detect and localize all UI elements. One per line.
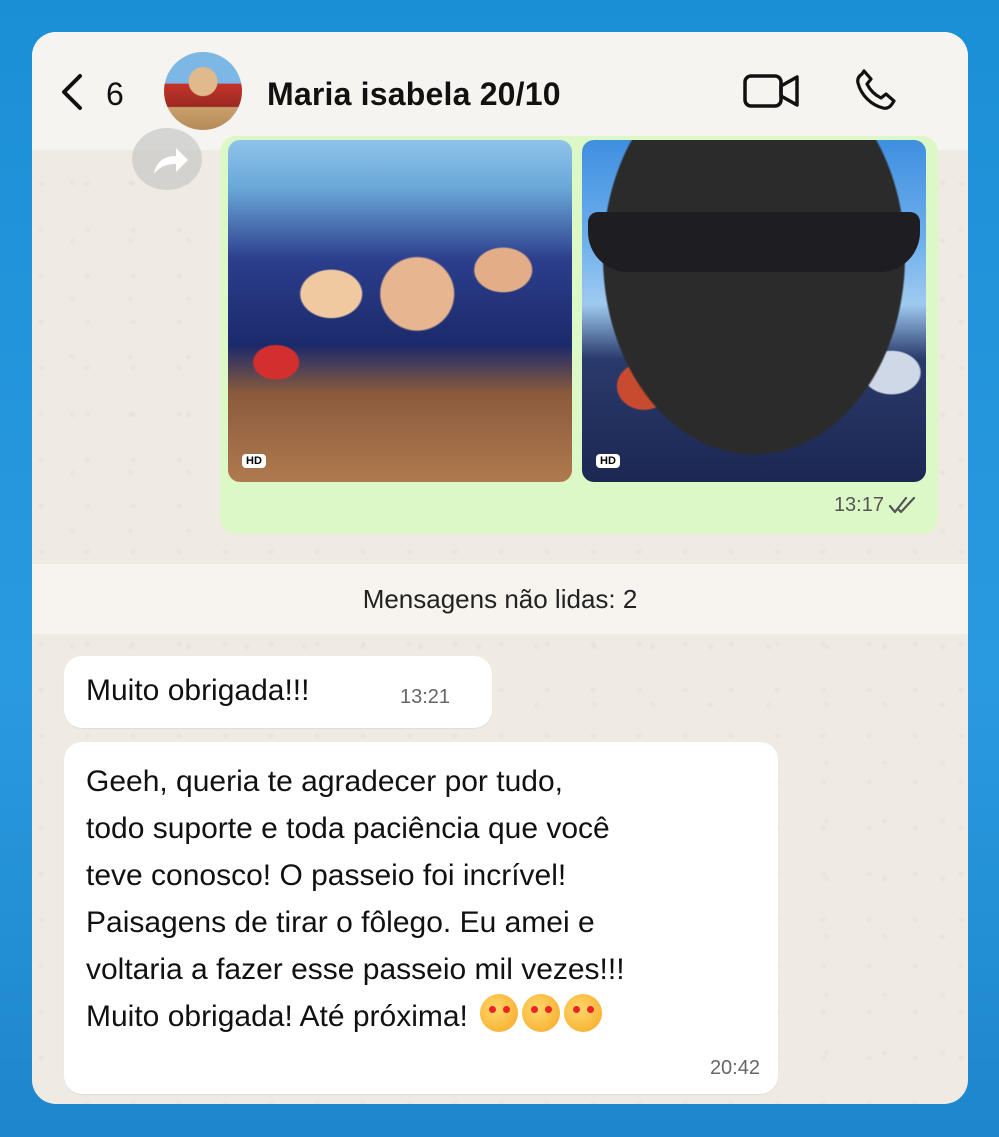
- unread-messages-label: Mensagens não lidas: 2: [362, 584, 638, 614]
- message-line: todo suporte e toda paciência que você: [86, 812, 610, 845]
- message-line: Paisagens de tirar o fôlego. Eu amei e: [86, 906, 595, 939]
- message-line: teve conosco! O passeio foi incrível!: [86, 859, 567, 892]
- contact-avatar[interactable]: [164, 52, 242, 130]
- message-line: Geeh, queria te agradecer por tudo,: [86, 765, 563, 798]
- incoming-message[interactable]: Geeh, queria te agradecer por tudo, todo…: [64, 742, 778, 1094]
- chat-window: 6 Maria isabela 20/10 HD HD 13:17 Mensag…: [32, 32, 968, 1104]
- double-check-icon: [888, 496, 916, 514]
- forward-arrow-icon: [154, 148, 188, 174]
- smiling-face-with-hearts-icon: [522, 994, 561, 1032]
- message-text: Muito obrigada!!!: [86, 674, 310, 707]
- hd-badge: HD: [242, 454, 266, 468]
- forward-button[interactable]: [132, 128, 202, 190]
- message-timestamp: 13:21: [400, 686, 451, 708]
- message-timestamp: 20:42: [709, 1057, 760, 1079]
- back-button[interactable]: [56, 72, 90, 112]
- incoming-message[interactable]: Muito obrigada!!! 13:21: [64, 656, 492, 728]
- face-blowing-kiss-icon: [480, 994, 519, 1032]
- message-line: Muito obrigada! Até próxima!: [86, 993, 766, 1040]
- message-line-text: Muito obrigada! Até próxima!: [86, 1000, 468, 1033]
- heart-eyes-icon: [564, 994, 603, 1032]
- chevron-left-icon: [62, 74, 82, 110]
- photo-thumbnail[interactable]: HD: [582, 140, 926, 482]
- video-call-button[interactable]: [742, 68, 802, 114]
- outgoing-media-message: HD HD 13:17: [220, 136, 938, 534]
- voice-call-button[interactable]: [852, 68, 912, 114]
- phone-icon: [856, 69, 896, 110]
- unread-chats-count[interactable]: 6: [106, 76, 124, 113]
- hd-badge: HD: [596, 454, 620, 468]
- unread-messages-divider: Mensagens não lidas: 2: [32, 564, 968, 634]
- photo-thumbnail[interactable]: HD: [228, 140, 572, 482]
- message-line: voltaria a fazer esse passeio mil vezes!…: [86, 953, 625, 986]
- message-text: Geeh, queria te agradecer por tudo, todo…: [86, 758, 766, 1040]
- contact-name[interactable]: Maria isabela 20/10: [267, 76, 561, 113]
- video-camera-icon: [743, 74, 799, 108]
- message-timestamp: 13:17: [833, 494, 884, 516]
